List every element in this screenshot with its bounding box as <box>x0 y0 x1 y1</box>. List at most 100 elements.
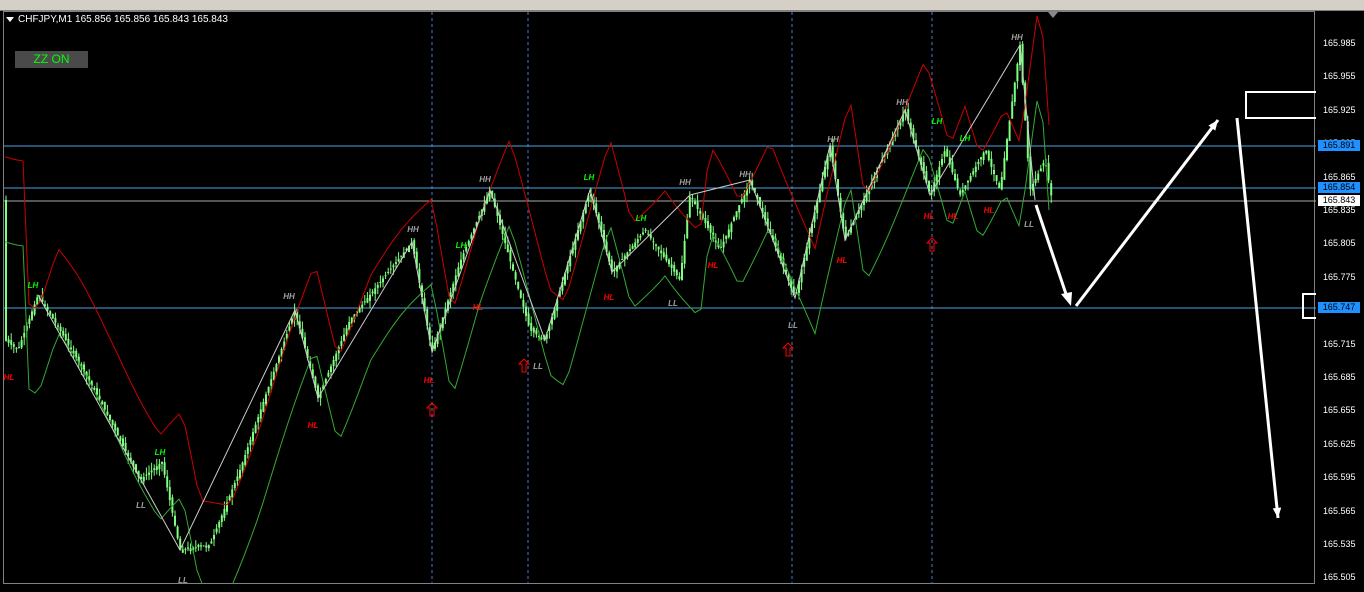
candle-body <box>109 414 111 420</box>
candle-body <box>527 313 530 326</box>
candle-body <box>122 438 124 446</box>
candle-body <box>236 476 239 481</box>
candle-body <box>176 526 179 539</box>
candle-body <box>324 378 327 384</box>
candle-body <box>1050 183 1053 196</box>
candle-body <box>517 282 520 289</box>
candle-body <box>730 223 733 233</box>
candle-body <box>938 166 941 178</box>
candle-body <box>1042 163 1045 166</box>
candle-body <box>995 175 998 181</box>
candle-body <box>20 340 23 348</box>
zigzag-label: LL <box>668 299 678 308</box>
candle-body <box>228 496 231 501</box>
candle-body <box>941 159 943 165</box>
candle-body <box>49 311 52 315</box>
zigzag-label: HH <box>739 170 751 179</box>
candle-body <box>332 359 335 367</box>
zigzag-label: HL <box>308 421 319 430</box>
candle-body <box>512 264 514 271</box>
candle-body <box>959 190 962 195</box>
price-tag: 165.854 <box>1318 182 1360 193</box>
candle-body <box>395 262 397 264</box>
candle-body <box>119 436 122 441</box>
candle-body <box>142 476 145 482</box>
candle-body <box>709 225 712 233</box>
candle-body <box>629 249 631 252</box>
price-tag: 165.843 <box>1318 195 1360 206</box>
candle-body <box>699 210 702 214</box>
candle-body <box>246 447 249 454</box>
candle-body <box>239 470 241 479</box>
candle-body <box>244 454 247 466</box>
candle-body <box>220 515 223 522</box>
candle-body <box>668 259 670 265</box>
zigzag-label: LH <box>636 214 647 223</box>
zigzag-label: LL <box>136 501 146 510</box>
candle-body <box>506 244 509 253</box>
candle-body <box>631 245 634 250</box>
candle-body <box>974 166 977 173</box>
candle-body <box>964 185 967 190</box>
candle-body <box>967 180 969 183</box>
candle-body <box>1003 158 1006 180</box>
candle-body <box>210 541 213 544</box>
zigzag-label: LH <box>28 281 39 290</box>
candle-body <box>707 221 709 228</box>
candle-body <box>694 201 696 205</box>
candle-body <box>51 314 54 319</box>
candle-body <box>519 290 522 298</box>
candle-body <box>57 325 59 327</box>
candle-body <box>106 411 109 415</box>
zigzag-label: LH <box>960 134 971 143</box>
candle-body <box>657 246 660 250</box>
upper-envelope-line <box>4 15 1050 506</box>
zigzag-label: LL <box>1024 220 1034 229</box>
candle-body <box>662 252 665 257</box>
candle-body <box>5 199 7 341</box>
candle-body <box>1047 162 1050 181</box>
candle-body <box>675 270 678 276</box>
candle-body <box>262 401 265 412</box>
candle-body <box>7 339 10 343</box>
candle-body <box>514 272 517 280</box>
zigzag-label: HH <box>679 178 691 187</box>
candle-body <box>1039 168 1042 172</box>
price-tick-label: 165.865 <box>1323 171 1356 182</box>
candle-body <box>46 306 49 311</box>
zigzag-label: LH <box>155 448 166 457</box>
candle-body <box>145 474 148 476</box>
chart-menu-arrow-icon[interactable] <box>6 17 14 22</box>
candle-body <box>184 548 187 550</box>
candle-body <box>691 198 694 200</box>
candle-body <box>1008 120 1011 141</box>
candle-body <box>652 241 655 243</box>
candle-body <box>943 151 946 157</box>
candle-body <box>522 299 525 307</box>
candle-body <box>460 259 462 269</box>
price-tick-label: 165.655 <box>1323 405 1356 416</box>
candle-body <box>400 255 403 257</box>
projection-arrow-line <box>1034 204 1070 301</box>
zigzag-label: LH <box>584 173 595 182</box>
zigzag-label: HL <box>473 303 484 312</box>
price-tick-label: 165.775 <box>1323 271 1356 282</box>
candle-body <box>688 196 691 218</box>
candle-body <box>990 158 993 168</box>
candle-body <box>340 340 343 346</box>
candle-body <box>946 148 949 157</box>
price-tick-label: 165.565 <box>1323 505 1356 516</box>
candle-body <box>982 152 985 161</box>
zigzag-label: HH <box>283 292 295 301</box>
candle-body <box>10 340 13 345</box>
candle-body <box>972 171 975 175</box>
candle-body <box>361 304 364 308</box>
candle-body <box>168 487 171 501</box>
candle-body <box>470 234 473 239</box>
zigzag-label: HL <box>948 212 959 221</box>
candle-body <box>64 334 67 341</box>
candle-body <box>467 240 470 246</box>
zigzag-label: HH <box>479 175 491 184</box>
zz-toggle-button[interactable]: ZZ ON <box>15 51 88 68</box>
candle-body <box>722 241 725 248</box>
